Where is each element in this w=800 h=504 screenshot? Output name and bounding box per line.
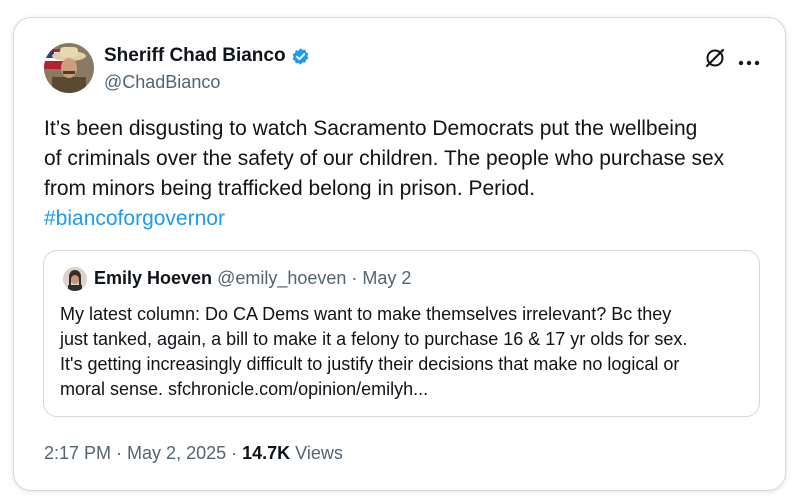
tweet-time[interactable]: 2:17 PM xyxy=(44,443,111,463)
quoted-text-line: My latest column: Do CA Dems want to mak… xyxy=(60,304,672,324)
author-avatar[interactable] xyxy=(44,43,94,93)
quoted-author-handle[interactable]: @emily_hoeven xyxy=(217,268,346,288)
quoted-header: Emily Hoeven @emily_hoeven · May 2 xyxy=(94,268,411,289)
tweet-text-line: of criminals over the safety of our chil… xyxy=(44,147,725,170)
views-count: 14.7K xyxy=(242,443,291,463)
verified-badge-icon xyxy=(291,47,310,66)
hashtag-link[interactable]: #biancoforgovernor xyxy=(44,204,774,234)
quoted-date: May 2 xyxy=(362,268,412,288)
quoted-text-line: It's getting increasingly difficult to j… xyxy=(60,354,680,374)
quoted-author-name[interactable]: Emily Hoeven xyxy=(94,268,212,288)
quoted-text-line: just tanked, again, a bill to make it a … xyxy=(60,329,688,349)
quoted-text-line: moral sense. sfchronicle.com/opinion/emi… xyxy=(60,379,429,399)
more-icon[interactable] xyxy=(738,54,760,72)
quoted-text: My latest column: Do CA Dems want to mak… xyxy=(60,302,750,402)
tweet-text-line: It’s been disgusting to watch Sacramento… xyxy=(44,117,698,140)
quoted-separator: · xyxy=(346,268,363,288)
tweet-text-line: from minors being trafficked belong in p… xyxy=(44,177,536,200)
grok-icon[interactable] xyxy=(703,46,727,75)
author-name-row: Sheriff Chad Bianco xyxy=(104,45,310,67)
tweet-text: It’s been disgusting to watch Sacramento… xyxy=(44,114,774,234)
footer-separator: · xyxy=(111,443,128,463)
views-label: Views xyxy=(290,443,343,463)
tweet-date[interactable]: May 2, 2025 xyxy=(127,443,226,463)
quoted-author-avatar[interactable] xyxy=(63,267,87,291)
tweet-footer: 2:17 PM · May 2, 2025 · 14.7K Views xyxy=(44,443,343,464)
footer-separator: · xyxy=(226,443,243,463)
author-name[interactable]: Sheriff Chad Bianco xyxy=(104,45,286,67)
author-handle[interactable]: @ChadBianco xyxy=(104,72,220,93)
